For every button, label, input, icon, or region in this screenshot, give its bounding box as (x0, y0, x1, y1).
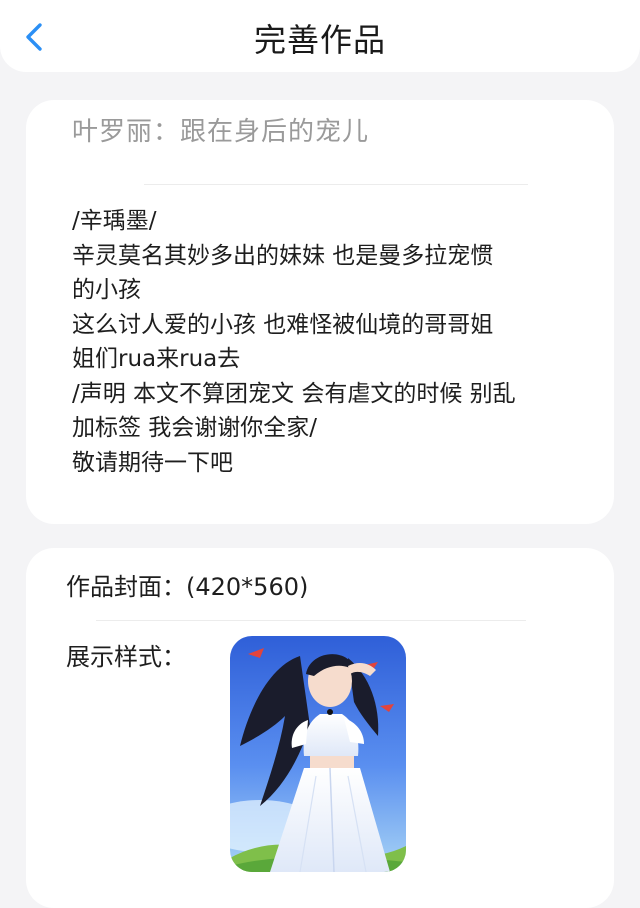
divider (96, 620, 526, 621)
intro-line: 姐们rua来rua去 (72, 346, 241, 372)
cover-image[interactable] (230, 636, 406, 872)
intro-line: 辛灵莫名其妙多出的妹妹 也是曼多拉宠惯 (72, 242, 494, 269)
cover-card: 作品封面：(420*560) 展示样式： (26, 548, 614, 908)
intro-line: /声明 本文不算团宠文 会有虐文的时候 别乱 (72, 380, 516, 407)
cover-illustration (230, 636, 406, 872)
intro-card: 叶罗丽：跟在身后的宠儿 /辛瑀墨/ 辛灵莫名其妙多出的妹妹 也是曼多拉宠惯 的小… (26, 100, 614, 524)
intro-line: /辛瑀墨/ (72, 208, 157, 234)
display-style-label: 展示样式： (66, 643, 186, 671)
cover-label: 作品封面：(420*560) (66, 573, 309, 601)
divider (144, 184, 528, 185)
page-title: 完善作品 (253, 21, 386, 59)
intro-line: 这么讨人爱的小孩 也难怪被仙境的哥哥姐 (72, 311, 494, 338)
work-title[interactable]: 叶罗丽：跟在身后的宠儿 (72, 114, 369, 150)
intro-line: 加标签 我会谢谢你全家/ (72, 415, 318, 441)
top-nav-bar: 完善作品 (0, 0, 640, 72)
intro-line: 的小孩 (72, 277, 141, 303)
intro-text-area[interactable]: /辛瑀墨/ 辛灵莫名其妙多出的妹妹 也是曼多拉宠惯 的小孩 这么讨人爱的小孩 也… (72, 204, 592, 480)
intro-line: 敬请期待一下吧 (72, 449, 233, 476)
